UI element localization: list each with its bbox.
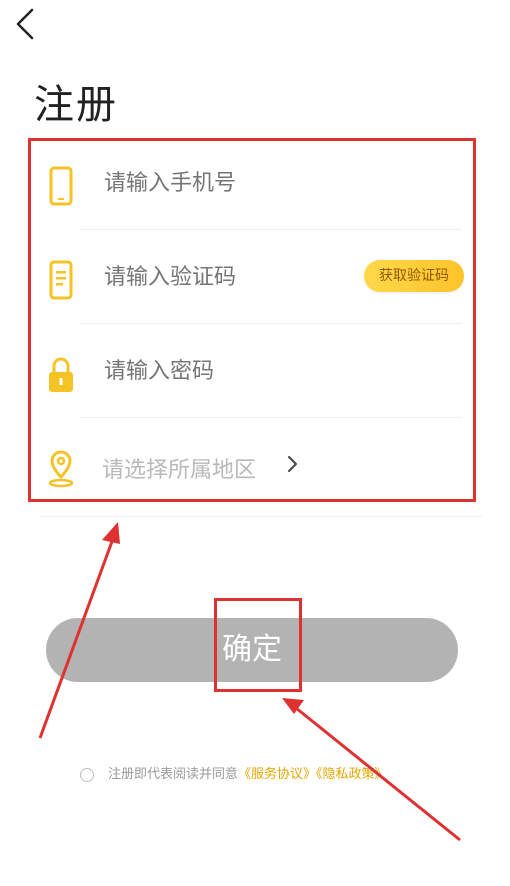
agreement-text: 注册即代表阅读并同意 bbox=[108, 767, 239, 782]
page-title: 注册 bbox=[34, 82, 118, 128]
register-form: 获取验证码 请选择所属地区 bbox=[28, 138, 476, 502]
phone-input[interactable] bbox=[102, 170, 426, 197]
region-select-label: 请选择所属地区 bbox=[102, 458, 257, 483]
message-phone-icon bbox=[49, 260, 73, 300]
phone-row bbox=[28, 138, 476, 230]
confirm-button[interactable]: 确定 bbox=[46, 618, 458, 682]
agree-radio[interactable] bbox=[80, 767, 94, 782]
lock-icon bbox=[49, 357, 73, 392]
divider bbox=[80, 229, 462, 230]
divider bbox=[80, 323, 462, 324]
region-row[interactable]: 请选择所属地区 bbox=[28, 420, 476, 512]
agreement-row: 注册即代表阅读并同意《服务协议》《隐私政策》 bbox=[80, 763, 388, 782]
divider bbox=[40, 516, 482, 517]
service-agreement-link[interactable]: 《服务协议》 bbox=[238, 767, 316, 782]
verification-code-input[interactable] bbox=[102, 264, 336, 291]
chevron-right-icon bbox=[288, 456, 297, 472]
password-row bbox=[28, 326, 476, 418]
divider bbox=[80, 417, 462, 418]
location-pin-icon bbox=[48, 450, 74, 488]
phone-icon bbox=[49, 166, 73, 206]
privacy-policy-link[interactable]: 《隐私政策》 bbox=[316, 767, 388, 782]
get-code-button[interactable]: 获取验证码 bbox=[364, 260, 464, 292]
code-row: 获取验证码 bbox=[28, 232, 476, 324]
password-input[interactable] bbox=[102, 358, 426, 385]
back-chevron-icon[interactable] bbox=[8, 6, 44, 42]
